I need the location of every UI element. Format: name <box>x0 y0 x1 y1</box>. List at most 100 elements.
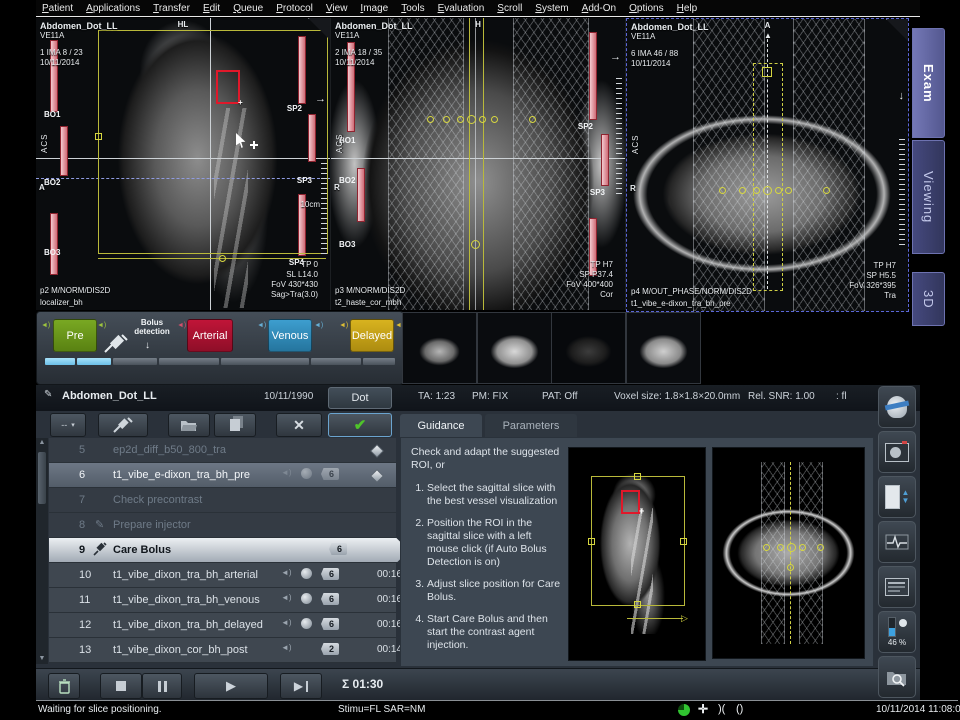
slice-handle[interactable] <box>763 186 772 195</box>
stop-button[interactable] <box>100 673 142 699</box>
pause-button[interactable] <box>142 673 182 699</box>
queue-row-8[interactable]: 8 ✎ Prepare injector <box>49 513 396 538</box>
cube-icon[interactable] <box>371 470 383 485</box>
scroll-up-icon[interactable]: ▲ <box>36 438 48 448</box>
phase-pre-button[interactable]: Pre <box>53 319 97 352</box>
physio-signal-button[interactable] <box>878 521 916 563</box>
slice-handle[interactable] <box>785 187 792 194</box>
handle-square[interactable] <box>680 538 687 545</box>
phase-venous-button[interactable]: Venous <box>268 319 312 352</box>
tab-exam[interactable]: Exam <box>912 28 945 138</box>
care-bolus-roi[interactable] <box>621 490 640 514</box>
arrow-right-icon[interactable]: → <box>315 94 326 104</box>
slice-handle[interactable] <box>443 116 450 123</box>
queue-row-9-selected[interactable]: 9 Care Bolus 6 <box>49 538 409 563</box>
image-display-button[interactable] <box>878 431 916 473</box>
tab-parameters[interactable]: Parameters <box>485 414 577 438</box>
queue-row-13[interactable]: 13 t1_vibe_dixon_cor_bh_post ◄) 2 00:14 <box>49 638 396 663</box>
tab-guidance[interactable]: Guidance <box>400 414 482 438</box>
slice-handle[interactable] <box>427 116 434 123</box>
slice-handle[interactable] <box>787 543 796 552</box>
slice-handle[interactable] <box>219 255 226 262</box>
handle-square[interactable] <box>95 133 102 140</box>
head-position-button[interactable] <box>878 386 916 428</box>
phase-delayed-button[interactable]: Delayed <box>350 319 394 352</box>
slice-handle[interactable] <box>479 116 486 123</box>
patient-table-button[interactable]: ▲▼ <box>878 476 916 518</box>
scrollbar-thumb[interactable] <box>38 452 46 504</box>
confirm-button[interactable]: ✔ <box>328 413 392 437</box>
slice-handle[interactable] <box>762 67 772 77</box>
queue-row-12[interactable]: 12 t1_vibe_dixon_tra_bh_delayed ◄) 6 00:… <box>49 613 396 638</box>
arrow-down-icon[interactable]: ↓ <box>899 91 905 101</box>
scroll-down-icon[interactable]: ▼ <box>36 654 48 664</box>
menu-item[interactable]: Add-On <box>582 3 616 14</box>
menu-item[interactable]: Image <box>360 3 388 14</box>
open-folder-button[interactable] <box>168 413 210 437</box>
menu-item[interactable]: System <box>535 3 568 14</box>
slice-handle[interactable] <box>467 115 476 124</box>
menu-item[interactable]: Applications <box>86 3 140 14</box>
menu-item[interactable]: Evaluation <box>438 3 485 14</box>
viewport-axial-selected[interactable]: Abdomen_Dot_LL VE11A 6 IMA 46 / 88 10/11… <box>626 18 909 312</box>
queue-row-6-current[interactable]: 6 t1_vibe_e-dixon_tra_bh_pre ◄) 6 <box>49 463 396 488</box>
guidance-axial-preview[interactable] <box>712 447 865 659</box>
menu-item[interactable]: Tools <box>401 3 424 14</box>
viewport-coronal[interactable]: Abdomen_Dot_LL VE11A 2 IMA 18 / 35 10/11… <box>331 18 626 310</box>
menu-item[interactable]: Edit <box>203 3 220 14</box>
search-folder-button[interactable] <box>878 656 916 698</box>
edit-pencil-icon[interactable]: ✎ <box>44 389 52 400</box>
cancel-button[interactable]: ✕ <box>276 413 322 437</box>
slice-handle[interactable] <box>823 187 830 194</box>
series-thumbnail[interactable] <box>402 312 477 384</box>
tab-3d[interactable]: 3D <box>912 272 945 326</box>
sar-level-button[interactable]: 46 % <box>878 611 916 653</box>
slice-handle[interactable] <box>719 187 726 194</box>
play-button[interactable]: ▶ <box>194 673 268 699</box>
phase-arterial-button[interactable]: Arterial <box>187 319 233 352</box>
slice-handle[interactable] <box>777 544 784 551</box>
slice-handle[interactable] <box>457 116 464 123</box>
guidance-sagittal-preview[interactable]: + ▷ <box>568 447 706 661</box>
slice-handle[interactable] <box>817 544 824 551</box>
queue-row-11[interactable]: 11 t1_vibe_dixon_tra_bh_venous ◄) 6 00:1… <box>49 588 396 613</box>
arrow-right-icon[interactable]: → <box>610 52 621 62</box>
queue-row-5[interactable]: 5 ep2d_diff_b50_800_tra <box>49 438 396 463</box>
queue-scrollbar[interactable]: ▲ ▼ <box>36 438 48 664</box>
care-bolus-slice-box[interactable] <box>753 63 783 291</box>
slice-handle[interactable] <box>763 544 770 551</box>
handle-square[interactable] <box>634 601 641 608</box>
series-thumbnail[interactable] <box>626 312 701 384</box>
queue-row-10[interactable]: 10 t1_vibe_dixon_tra_bh_arterial ◄) 6 00… <box>49 563 396 588</box>
slice-handle[interactable] <box>775 187 782 194</box>
handle-square[interactable] <box>634 473 641 480</box>
cube-icon[interactable] <box>371 445 383 460</box>
menu-item[interactable]: Scroll <box>497 3 522 14</box>
contrast-syringe-button[interactable] <box>98 413 148 437</box>
slice-handle[interactable] <box>739 187 746 194</box>
menu-item[interactable]: Queue <box>233 3 263 14</box>
queue-row-7[interactable]: 7 Check precontrast <box>49 488 396 513</box>
handle-square[interactable] <box>588 538 595 545</box>
exam-form-button[interactable] <box>878 566 916 608</box>
menu-item[interactable]: Options <box>629 3 663 14</box>
slice-handle[interactable] <box>491 116 498 123</box>
slice-handle[interactable] <box>529 116 536 123</box>
series-thumbnail[interactable] <box>477 312 552 384</box>
copy-button[interactable] <box>214 413 256 437</box>
exam-selector-dropdown[interactable]: --▾ <box>50 413 86 437</box>
slice-handle[interactable] <box>471 240 480 249</box>
menu-item[interactable]: Transfer <box>153 3 190 14</box>
tab-viewing[interactable]: Viewing <box>912 140 945 254</box>
slice-handle[interactable] <box>799 544 806 551</box>
menu-item[interactable]: Help <box>677 3 698 14</box>
menu-item[interactable]: Patient <box>42 3 73 14</box>
menu-item[interactable]: View <box>326 3 348 14</box>
series-thumbnail[interactable] <box>551 312 626 384</box>
page-fold-icon[interactable] <box>308 18 330 40</box>
menu-item[interactable]: Protocol <box>276 3 313 14</box>
care-bolus-roi[interactable] <box>216 70 240 104</box>
trash-button[interactable] <box>48 673 80 699</box>
skip-button[interactable]: ▶ <box>280 673 322 699</box>
slice-handle[interactable] <box>787 564 794 571</box>
